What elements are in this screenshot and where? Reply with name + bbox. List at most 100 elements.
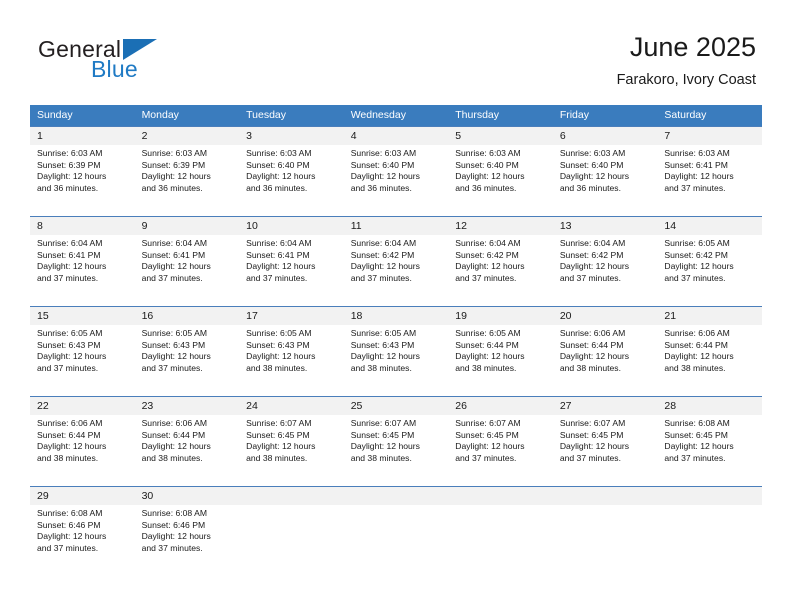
day-number[interactable]: 2	[135, 127, 240, 145]
day-number[interactable]: 19	[448, 307, 553, 325]
brand-logo[interactable]: General Blue	[38, 36, 268, 88]
sunset-text: Sunset: 6:41 PM	[246, 249, 310, 260]
day-number[interactable]: 7	[657, 127, 762, 145]
sunrise-text: Sunrise: 6:04 AM	[246, 238, 312, 248]
day-cell: Sunrise: 6:05 AM Sunset: 6:43 PM Dayligh…	[344, 325, 449, 396]
day-number[interactable]: 24	[239, 397, 344, 415]
day-cell: Sunrise: 6:03 AM Sunset: 6:39 PM Dayligh…	[135, 145, 240, 216]
sunset-text: Sunset: 6:41 PM	[664, 159, 728, 170]
day-number[interactable]: 10	[239, 217, 344, 235]
daylight-text-line1: Daylight: 12 hours	[37, 531, 107, 542]
day-cell: Sunrise: 6:04 AM Sunset: 6:41 PM Dayligh…	[239, 235, 344, 306]
day-cell: Sunrise: 6:05 AM Sunset: 6:43 PM Dayligh…	[30, 325, 135, 396]
day-cell: Sunrise: 6:08 AM Sunset: 6:45 PM Dayligh…	[657, 415, 762, 486]
sunrise-text: Sunrise: 6:03 AM	[350, 148, 417, 158]
day-number[interactable]: 12	[448, 217, 553, 235]
daylight-text-line1: Daylight: 12 hours	[246, 171, 316, 182]
sunrise-text: Sunrise: 6:06 AM	[141, 418, 208, 428]
week-detail-row: Sunrise: 6:03 AM Sunset: 6:39 PM Dayligh…	[30, 145, 762, 216]
daylight-text-line1: Daylight: 12 hours	[141, 531, 211, 542]
calendar-week-row: 29 30 Sunrise: 6:08 AM Sunset: 6:46 PM D…	[30, 486, 762, 576]
week-detail-row: Sunrise: 6:08 AM Sunset: 6:46 PM Dayligh…	[30, 505, 762, 576]
day-of-week-thursday: Thursday	[455, 109, 500, 121]
page-header: General Blue June 2025 Farakoro, Ivory C…	[0, 0, 792, 100]
day-cell: Sunrise: 6:07 AM Sunset: 6:45 PM Dayligh…	[553, 415, 658, 486]
sunset-text: Sunset: 6:46 PM	[141, 519, 206, 530]
daylight-text-line2: and 36 minutes.	[350, 182, 412, 193]
day-number[interactable]: 18	[344, 307, 449, 325]
sunrise-text: Sunrise: 6:08 AM	[664, 418, 730, 428]
day-number[interactable]: 27	[553, 397, 658, 415]
week-day-number-row: 8 9 10 11 12 13 14	[30, 217, 762, 235]
day-cell: Sunrise: 6:06 AM Sunset: 6:44 PM Dayligh…	[30, 415, 135, 486]
day-number[interactable]: 25	[344, 397, 449, 415]
day-number-empty	[344, 487, 449, 505]
sunset-text: Sunset: 6:40 PM	[246, 159, 310, 170]
sunrise-text: Sunrise: 6:07 AM	[246, 418, 312, 428]
day-number[interactable]: 23	[135, 397, 240, 415]
day-of-week-tuesday: Tuesday	[246, 109, 287, 121]
sunrise-text: Sunrise: 6:06 AM	[559, 328, 626, 338]
sunrise-text: Sunrise: 6:03 AM	[246, 148, 312, 158]
daylight-text-line2: and 37 minutes.	[37, 542, 99, 553]
day-number[interactable]: 29	[30, 487, 135, 505]
sunset-text: Sunset: 6:45 PM	[559, 429, 624, 440]
week-detail-row: Sunrise: 6:05 AM Sunset: 6:43 PM Dayligh…	[30, 325, 762, 396]
daylight-text-line1: Daylight: 12 hours	[350, 351, 420, 362]
daylight-text-line2: and 37 minutes.	[141, 362, 203, 373]
day-cell: Sunrise: 6:03 AM Sunset: 6:40 PM Dayligh…	[553, 145, 658, 216]
sunrise-text: Sunrise: 6:05 AM	[246, 328, 312, 338]
day-number[interactable]: 6	[553, 127, 658, 145]
sunrise-text: Sunrise: 6:07 AM	[455, 418, 521, 428]
daylight-text-line1: Daylight: 12 hours	[455, 441, 525, 452]
calendar-week-row: 15 16 17 18 19 20 21 Sunrise: 6:05 AM Su…	[30, 306, 762, 396]
sunrise-text: Sunrise: 6:03 AM	[141, 148, 208, 158]
daylight-text-line2: and 36 minutes.	[559, 182, 621, 193]
day-number[interactable]: 1	[30, 127, 135, 145]
daylight-text-line2: and 37 minutes.	[664, 182, 726, 193]
sunrise-text: Sunrise: 6:03 AM	[664, 148, 730, 158]
day-cell: Sunrise: 6:04 AM Sunset: 6:42 PM Dayligh…	[448, 235, 553, 306]
day-number[interactable]: 30	[135, 487, 240, 505]
day-number[interactable]: 8	[30, 217, 135, 235]
sunrise-text: Sunrise: 6:03 AM	[455, 148, 521, 158]
day-number[interactable]: 17	[239, 307, 344, 325]
daylight-text-line2: and 36 minutes.	[455, 182, 517, 193]
day-number[interactable]: 15	[30, 307, 135, 325]
daylight-text-line1: Daylight: 12 hours	[664, 261, 734, 272]
daylight-text-line2: and 36 minutes.	[141, 182, 203, 193]
daylight-text-line1: Daylight: 12 hours	[664, 351, 734, 362]
day-number[interactable]: 13	[553, 217, 658, 235]
daylight-text-line2: and 36 minutes.	[246, 182, 308, 193]
daylight-text-line2: and 38 minutes.	[246, 362, 308, 373]
daylight-text-line1: Daylight: 12 hours	[559, 261, 630, 272]
day-number-empty	[657, 487, 762, 505]
daylight-text-line2: and 38 minutes.	[350, 362, 412, 373]
sunset-text: Sunset: 6:44 PM	[141, 429, 206, 440]
sunrise-text: Sunrise: 6:04 AM	[559, 238, 626, 248]
daylight-text-line2: and 36 minutes.	[37, 182, 99, 193]
day-cell: Sunrise: 6:04 AM Sunset: 6:41 PM Dayligh…	[135, 235, 240, 306]
day-number[interactable]: 5	[448, 127, 553, 145]
sunset-text: Sunset: 6:41 PM	[141, 249, 206, 260]
day-number[interactable]: 3	[239, 127, 344, 145]
day-number[interactable]: 16	[135, 307, 240, 325]
day-number[interactable]: 9	[135, 217, 240, 235]
week-detail-row: Sunrise: 6:06 AM Sunset: 6:44 PM Dayligh…	[30, 415, 762, 486]
sunset-text: Sunset: 6:40 PM	[559, 159, 624, 170]
day-number[interactable]: 22	[30, 397, 135, 415]
day-number[interactable]: 11	[344, 217, 449, 235]
day-of-week-wednesday: Wednesday	[350, 109, 406, 121]
week-day-number-row: 1 2 3 4 5 6 7	[30, 127, 762, 145]
day-number[interactable]: 28	[657, 397, 762, 415]
daylight-text-line2: and 37 minutes.	[664, 452, 726, 463]
day-cell: Sunrise: 6:05 AM Sunset: 6:43 PM Dayligh…	[239, 325, 344, 396]
day-number[interactable]: 4	[344, 127, 449, 145]
day-number[interactable]: 20	[553, 307, 658, 325]
daylight-text-line2: and 37 minutes.	[141, 542, 203, 553]
day-number[interactable]: 14	[657, 217, 762, 235]
day-cell: Sunrise: 6:05 AM Sunset: 6:44 PM Dayligh…	[448, 325, 553, 396]
day-number[interactable]: 21	[657, 307, 762, 325]
sunset-text: Sunset: 6:45 PM	[664, 429, 728, 440]
day-number[interactable]: 26	[448, 397, 553, 415]
